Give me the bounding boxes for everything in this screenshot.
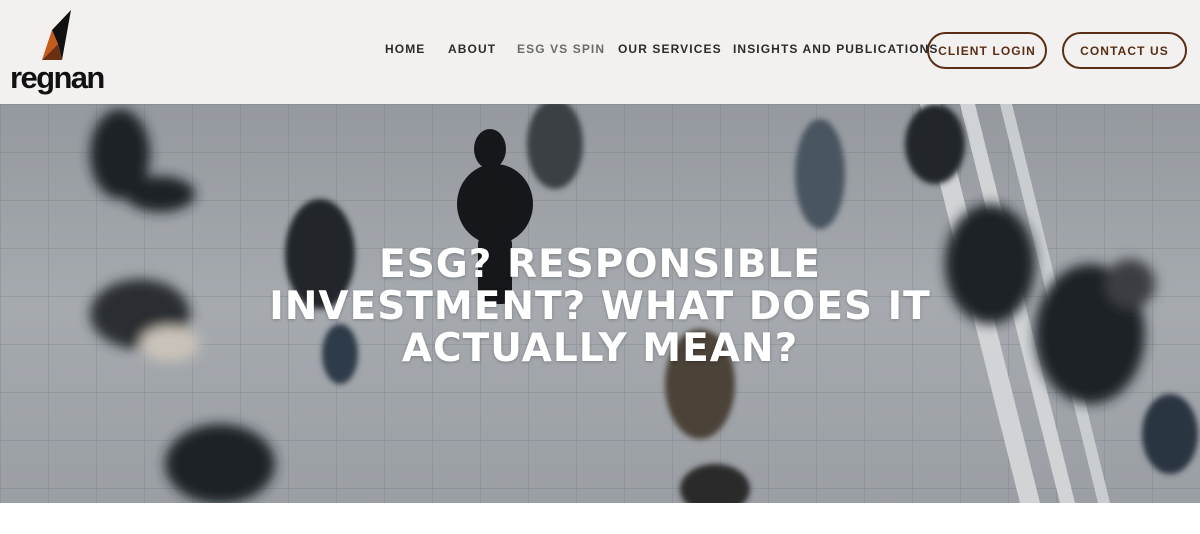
logo-mark-icon (42, 10, 71, 60)
nav-home[interactable]: HOME (385, 42, 425, 56)
regnan-logo[interactable]: regnan (10, 10, 110, 94)
nav-insights-publications[interactable]: INSIGHTS AND PUBLICATIONS (733, 42, 939, 56)
nav-our-services[interactable]: OUR SERVICES (618, 42, 722, 56)
main-nav: HOME ABOUT ESG VS SPIN OUR SERVICES INSI… (372, 0, 1200, 104)
nav-esg-vs-spin[interactable]: ESG VS SPIN (517, 42, 605, 56)
nav-about[interactable]: ABOUT (448, 42, 496, 56)
hero-title: ESG? RESPONSIBLE INVESTMENT? WHAT DOES I… (269, 242, 931, 371)
site-header: regnan HOME ABOUT ESG VS SPIN OUR SERVIC… (0, 0, 1200, 104)
client-login-button[interactable]: CLIENT LOGIN (927, 32, 1047, 69)
logo-wordmark: regnan (10, 60, 105, 95)
contact-us-button[interactable]: CONTACT US (1062, 32, 1187, 69)
hero-banner: ESG? RESPONSIBLE INVESTMENT? WHAT DOES I… (0, 104, 1200, 503)
